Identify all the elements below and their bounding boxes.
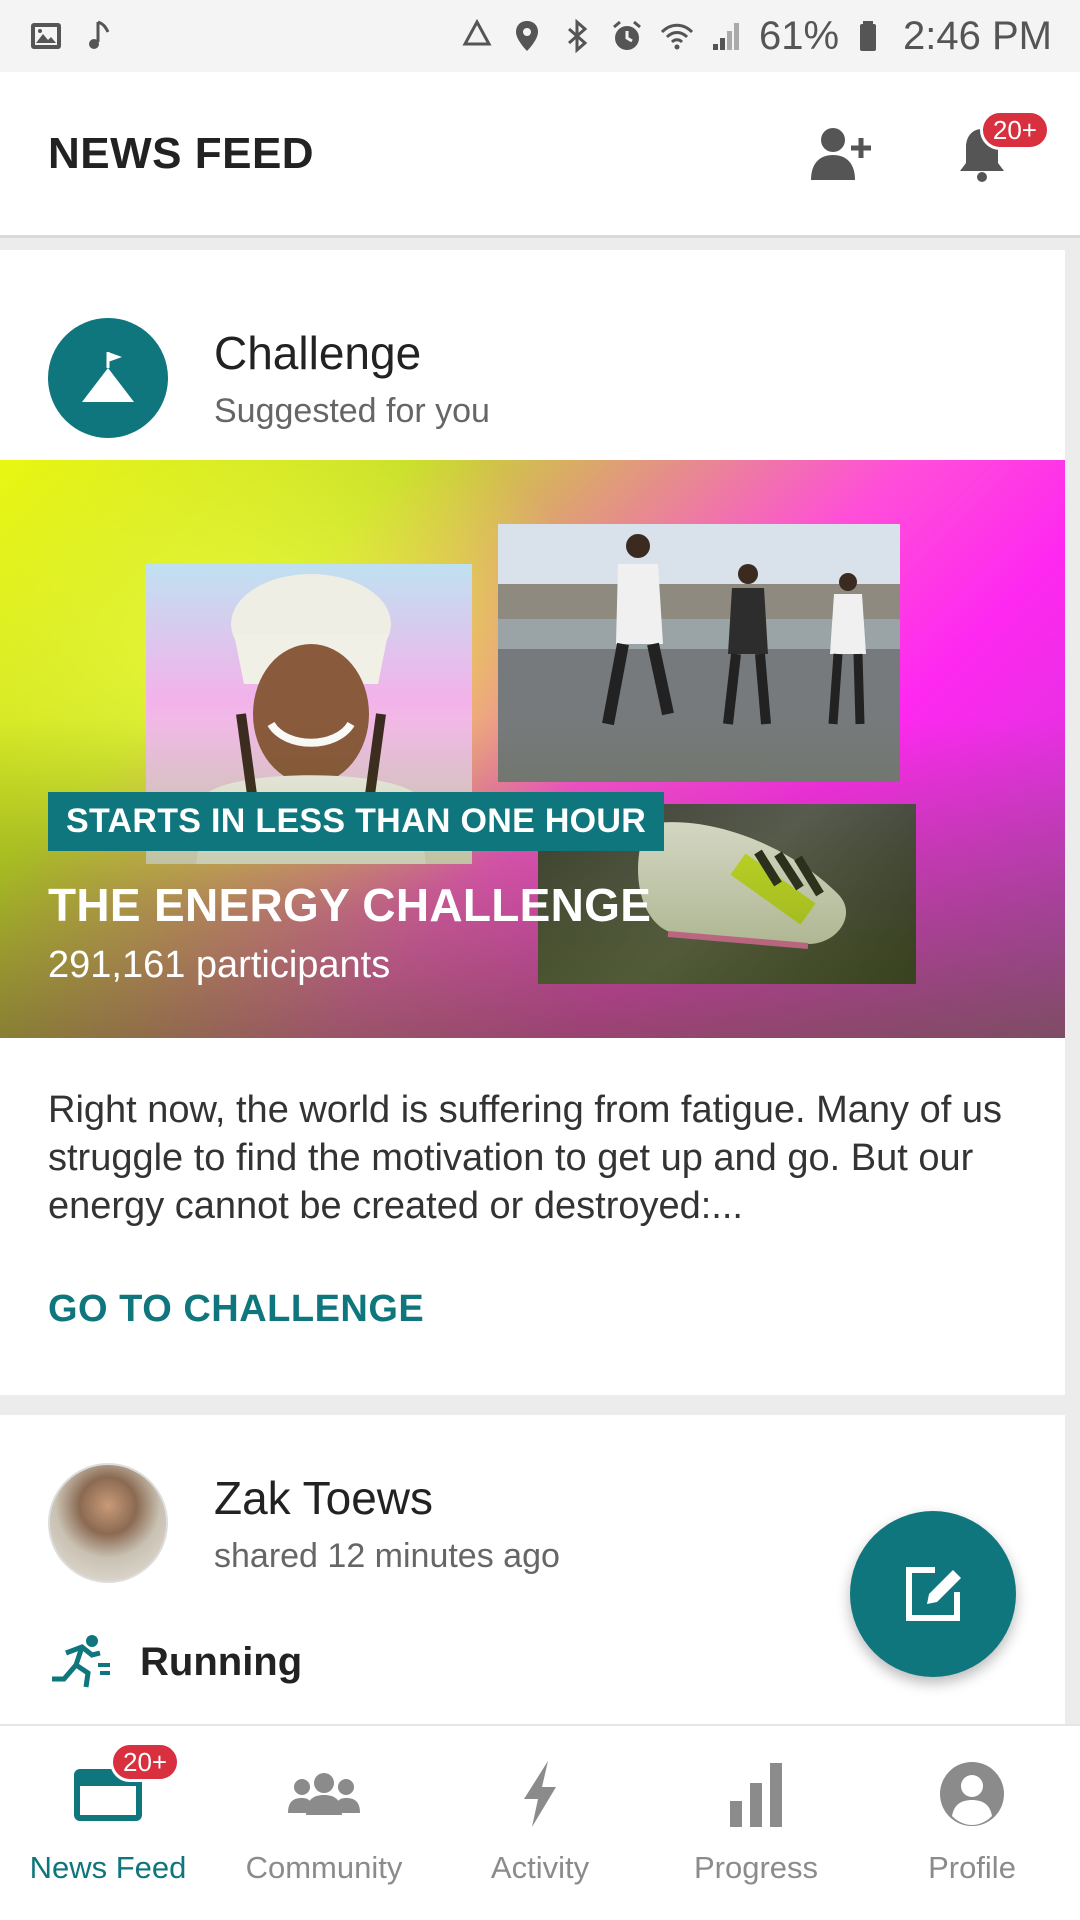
status-right: 61% 2:46 PM bbox=[459, 14, 1052, 59]
app-header: NEWS FEED 20+ bbox=[0, 72, 1080, 238]
nav-label-news-feed: News Feed bbox=[29, 1850, 187, 1885]
status-left bbox=[28, 18, 120, 54]
profile-icon bbox=[932, 1754, 1012, 1834]
compose-post-button[interactable] bbox=[850, 1511, 1016, 1677]
go-to-challenge-button[interactable]: GO TO CHALLENGE bbox=[48, 1288, 424, 1331]
nav-label-progress: Progress bbox=[693, 1850, 819, 1885]
challenge-avatar bbox=[48, 318, 168, 438]
header-actions: 20+ bbox=[806, 109, 1050, 192]
challenge-card-header: Challenge Suggested for you bbox=[0, 250, 1065, 460]
page-title: NEWS FEED bbox=[48, 128, 315, 178]
challenge-card[interactable]: Challenge Suggested for you STARTS IN LE… bbox=[0, 250, 1065, 1395]
nav-community[interactable]: Community bbox=[216, 1726, 432, 1920]
battery-icon bbox=[860, 21, 877, 51]
nav-progress[interactable]: Progress bbox=[648, 1726, 864, 1920]
clock: 2:46 PM bbox=[903, 13, 1052, 58]
post-heading: Zak Toews shared 12 minutes ago bbox=[214, 1471, 560, 1576]
add-friend-button[interactable] bbox=[806, 116, 882, 192]
nav-profile[interactable]: Profile bbox=[864, 1726, 1080, 1920]
nav-label-profile: Profile bbox=[928, 1850, 1016, 1885]
wifi-icon bbox=[660, 23, 694, 50]
challenge-card-body: Right now, the world is suffering from f… bbox=[0, 1038, 1065, 1331]
nav-activity[interactable]: Activity bbox=[432, 1726, 648, 1920]
progress-icon bbox=[716, 1754, 796, 1834]
recycle-icon bbox=[462, 18, 492, 46]
card-subtitle: Suggested for you bbox=[214, 391, 490, 430]
running-icon bbox=[52, 1635, 110, 1688]
signal-icon bbox=[712, 23, 739, 50]
participants-count: 291,161 participants bbox=[48, 944, 391, 986]
challenge-hero-image[interactable]: STARTS IN LESS THAN ONE HOUR THE ENERGY … bbox=[0, 460, 1065, 1038]
nav-news-feed[interactable]: 20+ News Feed bbox=[0, 1726, 216, 1920]
challenge-name: THE ENERGY CHALLENGE bbox=[48, 879, 652, 931]
activity-icon bbox=[500, 1754, 580, 1834]
notifications-button[interactable]: 20+ bbox=[944, 109, 1050, 192]
bluetooth-icon bbox=[567, 18, 588, 54]
post-meta: shared 12 minutes ago bbox=[214, 1536, 560, 1575]
notifications-badge: 20+ bbox=[979, 109, 1050, 150]
sport-label: Running bbox=[140, 1639, 303, 1684]
nav-label-activity: Activity bbox=[490, 1850, 590, 1885]
start-time-tag: STARTS IN LESS THAN ONE HOUR bbox=[48, 792, 665, 851]
add-person-icon bbox=[811, 127, 871, 180]
challenge-card-heading: Challenge Suggested for you bbox=[214, 326, 490, 431]
news-feed-screen: 61% 2:46 PM NEWS FEED 20+ Challenge Sugg… bbox=[0, 0, 1080, 1920]
location-icon bbox=[515, 21, 538, 51]
nav-label-community: Community bbox=[245, 1850, 403, 1885]
challenge-description: Right now, the world is suffering from f… bbox=[48, 1089, 1002, 1227]
battery-percent: 61% bbox=[758, 13, 840, 58]
bottom-navigation: 20+ News Feed Community Activity Progres… bbox=[0, 1724, 1080, 1920]
mountain-flag-icon bbox=[82, 352, 134, 402]
user-name[interactable]: Zak Toews bbox=[214, 1471, 560, 1525]
card-title: Challenge bbox=[214, 326, 422, 379]
status-bar: 61% 2:46 PM bbox=[0, 0, 1080, 72]
edit-icon bbox=[906, 1567, 961, 1621]
news-feed-badge: 20+ bbox=[110, 1742, 181, 1782]
alarm-icon bbox=[613, 20, 641, 50]
music-notification-icon bbox=[89, 20, 110, 49]
community-icon bbox=[284, 1754, 364, 1834]
user-avatar[interactable] bbox=[48, 1463, 168, 1583]
image-notification-icon bbox=[31, 23, 61, 49]
